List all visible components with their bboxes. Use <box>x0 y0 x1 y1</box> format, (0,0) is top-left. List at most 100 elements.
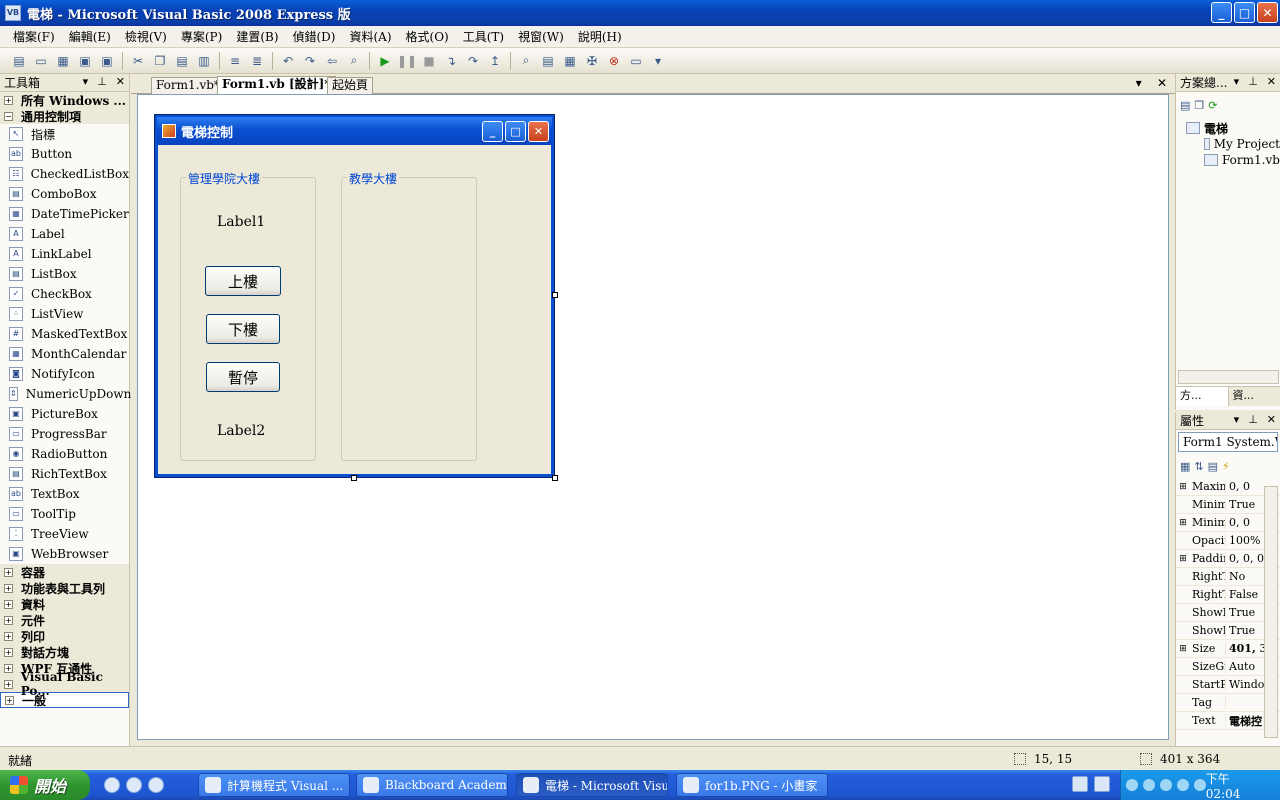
menu-item-3[interactable]: 專案(P) <box>174 28 229 45</box>
properties-window-icon[interactable]: ▦ <box>561 52 579 70</box>
toolbox-category[interactable]: + 功能表與工具列 <box>0 580 129 596</box>
find-icon[interactable]: ⌕ <box>345 52 363 70</box>
groupbox-management[interactable]: 管理學院大樓 Label1 上樓 下樓 暫停 Label2 <box>180 170 316 461</box>
solution-explorer-icon[interactable]: ▤ <box>539 52 557 70</box>
alphabetical-icon[interactable]: ⇅ <box>1194 460 1203 473</box>
tray-icon[interactable] <box>1176 779 1189 791</box>
pin-icon[interactable]: ⊥ <box>1248 413 1258 426</box>
properties-icon[interactable]: ▤ <box>1180 99 1190 112</box>
menu-item-1[interactable]: 編輯(E) <box>62 28 118 45</box>
toolbox-item[interactable]: ab TextBox <box>0 484 129 504</box>
label1[interactable]: Label1 <box>217 214 265 230</box>
property-value[interactable]: 電梯控 <box>1226 713 1266 729</box>
property-value[interactable]: True <box>1226 606 1266 619</box>
expand-icon[interactable]: + <box>4 615 13 625</box>
toolbox-item[interactable]: ▭ ToolTip <box>0 504 129 524</box>
pin-icon[interactable]: ⊥ <box>1248 75 1258 88</box>
property-value[interactable]: No <box>1226 570 1266 583</box>
help-icon[interactable] <box>1094 776 1110 792</box>
form-maximize-button[interactable]: □ <box>505 121 526 142</box>
step-over-icon[interactable]: ↷ <box>464 52 482 70</box>
close-icon[interactable]: ✕ <box>1267 413 1276 426</box>
label2[interactable]: Label2 <box>217 423 265 439</box>
toolbox-item[interactable]: ▣ WebBrowser <box>0 544 129 564</box>
new-project-icon[interactable]: ▤ <box>10 52 28 70</box>
tray-chevron-icon[interactable] <box>1126 779 1138 791</box>
form-body[interactable]: 管理學院大樓 Label1 上樓 下樓 暫停 Label2 教學大樓 <box>155 145 554 477</box>
property-value[interactable]: 401, 3 <box>1226 642 1266 655</box>
show-all-files-icon[interactable]: ❐ <box>1194 99 1204 112</box>
groupbox-teaching[interactable]: 教學大樓 <box>341 170 477 461</box>
toolbox-item[interactable]: A LinkLabel <box>0 244 129 264</box>
object-selector[interactable]: Form1 System.W <box>1178 432 1278 452</box>
toolbox-item[interactable]: ▤ ListBox <box>0 264 129 284</box>
events-icon[interactable]: ⚡ <box>1222 460 1230 473</box>
chevron-down-icon[interactable]: ▾ <box>83 75 89 88</box>
expand-icon[interactable]: ⊞ <box>1176 644 1190 654</box>
quicklaunch-icon[interactable] <box>148 777 164 793</box>
tab-form1-code[interactable]: Form1.vb* <box>151 77 225 94</box>
toolbox-category[interactable]: + 列印 <box>0 628 129 644</box>
toolbox-item[interactable]: A Label <box>0 224 129 244</box>
taskbar-item-paint[interactable]: for1b.PNG - 小畫家 <box>676 773 828 797</box>
step-out-icon[interactable]: ↥ <box>486 52 504 70</box>
tab-form1-design[interactable]: Form1.vb [設計]* <box>217 76 336 94</box>
taskbar-item-vb[interactable]: 電梯 - Microsoft Visu... <box>516 773 668 797</box>
resize-handle-corner[interactable] <box>552 475 558 481</box>
chevron-down-icon[interactable]: ▾ <box>1234 75 1240 88</box>
comment-icon[interactable]: ≡ <box>226 52 244 70</box>
toolbar-overflow-icon[interactable]: ▾ <box>649 52 667 70</box>
menu-item-4[interactable]: 建置(B) <box>229 28 285 45</box>
toolbox-item[interactable]: ◉ RadioButton <box>0 444 129 464</box>
chevron-down-icon[interactable]: ▾ <box>1136 76 1142 90</box>
toolbox-item[interactable]: # MaskedTextBox <box>0 324 129 344</box>
vertical-scrollbar[interactable] <box>1264 486 1278 738</box>
toolbox-item[interactable]: ▣ PictureBox <box>0 404 129 424</box>
menu-item-5[interactable]: 偵錯(D) <box>286 28 343 45</box>
minimize-button[interactable]: _ <box>1211 2 1232 23</box>
menu-item-0[interactable]: 檔案(F) <box>6 28 62 45</box>
property-value[interactable]: False <box>1226 588 1266 601</box>
toolbox-category[interactable]: + 元件 <box>0 612 129 628</box>
resize-handle-bottom[interactable] <box>351 475 357 481</box>
property-value[interactable]: 0, 0 <box>1226 480 1266 493</box>
expand-icon[interactable]: + <box>4 95 13 105</box>
step-into-icon[interactable]: ↴ <box>442 52 460 70</box>
close-button[interactable]: ✕ <box>1257 2 1278 23</box>
expand-icon[interactable]: + <box>5 695 14 705</box>
toolbox-item[interactable]: ▤ ComboBox <box>0 184 129 204</box>
expand-icon[interactable]: ⊞ <box>1176 554 1190 564</box>
close-icon[interactable]: ✕ <box>116 75 125 88</box>
pin-icon[interactable]: ⊥ <box>97 75 107 88</box>
refresh-icon[interactable]: ⟳ <box>1208 99 1217 112</box>
collapse-icon[interactable]: − <box>4 111 13 121</box>
toolbox-item[interactable]: ✓ CheckBox <box>0 284 129 304</box>
form-title-bar[interactable]: 電梯控制 _ □ ✕ <box>155 115 554 145</box>
toolbox-item[interactable]: ⁘ ListView <box>0 304 129 324</box>
quicklaunch-icon[interactable] <box>126 777 142 793</box>
expand-icon[interactable]: + <box>4 631 13 641</box>
toolbox-category[interactable]: + Visual Basic Po... <box>0 670 129 698</box>
output-window-icon[interactable]: ▭ <box>627 52 645 70</box>
find-in-files-icon[interactable]: ⌕ <box>517 52 535 70</box>
toolbox-item[interactable]: ab Button <box>0 144 129 164</box>
redo-icon[interactable]: ↷ <box>301 52 319 70</box>
expand-icon[interactable]: + <box>4 599 13 609</box>
language-bar-icon[interactable] <box>1072 776 1088 792</box>
toolbox-item[interactable]: ▭ ProgressBar <box>0 424 129 444</box>
tray-icon[interactable] <box>1193 779 1206 791</box>
print-icon[interactable]: ▥ <box>195 52 213 70</box>
pause-icon[interactable]: ❚❚ <box>397 52 417 70</box>
tab-data-sources[interactable]: 資... <box>1228 387 1280 406</box>
stop-icon[interactable]: ■ <box>420 52 438 70</box>
property-value[interactable]: Window <box>1226 678 1266 691</box>
toolbox-item[interactable]: ▦ DateTimePicker <box>0 204 129 224</box>
taskbar-item-blackboard[interactable]: Blackboard Academic ... <box>356 773 508 797</box>
toolbox-item[interactable]: ↖ 指標 <box>0 124 129 144</box>
open-file-icon[interactable]: ▭ <box>32 52 50 70</box>
form-close-button[interactable]: ✕ <box>528 121 549 142</box>
paste-icon[interactable]: ▤ <box>173 52 191 70</box>
save-all-icon[interactable]: ▣ <box>98 52 116 70</box>
categorized-icon[interactable]: ▦ <box>1180 460 1190 473</box>
add-item-icon[interactable]: ▦ <box>54 52 72 70</box>
